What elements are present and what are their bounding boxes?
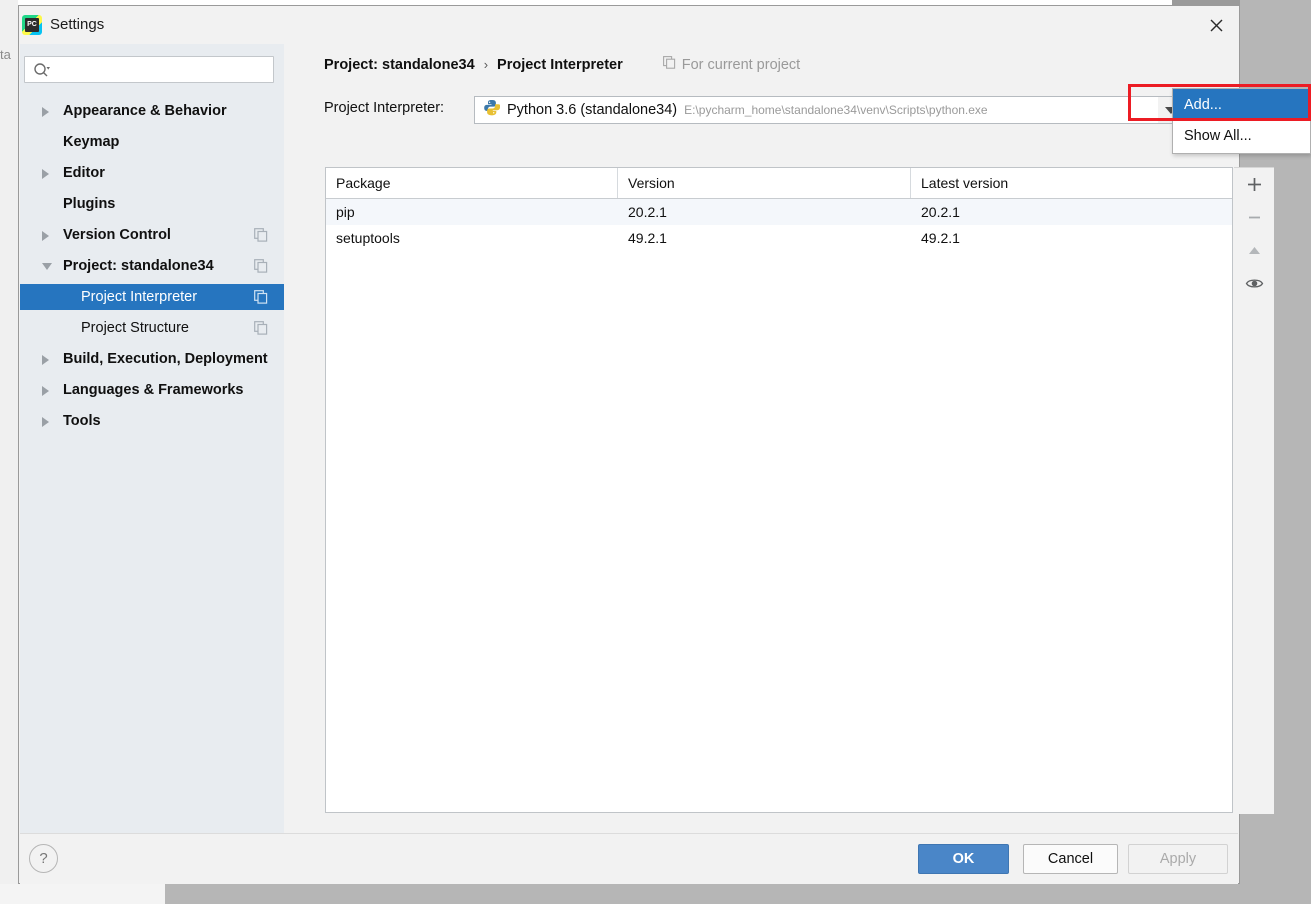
search-input[interactable] <box>57 57 269 84</box>
table-cell-version: 20.2.1 <box>628 204 667 220</box>
breadcrumb-parent[interactable]: Project: standalone34 <box>324 57 475 73</box>
sidebar-item-label: Version Control <box>63 227 171 243</box>
backdrop-bottom-area <box>165 884 1311 904</box>
chevron-right-icon[interactable] <box>42 169 49 179</box>
dialog-titlebar: Settings <box>19 6 1239 44</box>
ok-button[interactable]: OK <box>918 844 1009 874</box>
table-cell-latest: 20.2.1 <box>921 204 960 220</box>
settings-dialog: Settings Appearance & Behavior Keymap Edit… <box>18 5 1274 884</box>
sidebar-item-label: Project: standalone34 <box>63 258 214 274</box>
sidebar-item-label: Editor <box>63 165 105 181</box>
dialog-footer: ? OK Cancel Apply <box>20 833 1238 884</box>
table-column-header[interactable]: Package <box>326 168 618 198</box>
table-cell-package: setuptools <box>336 230 400 246</box>
chevron-right-icon[interactable] <box>42 386 49 396</box>
sidebar-item-project-interpreter[interactable]: Project Interpreter <box>20 284 284 310</box>
copy-scope-icon <box>254 228 268 242</box>
uninstall-package-button[interactable] <box>1234 201 1274 233</box>
breadcrumb: Project: standalone34 › Project Interpre… <box>324 56 800 73</box>
backdrop-left-strip <box>0 0 18 904</box>
chevron-down-icon[interactable] <box>42 263 52 270</box>
sidebar-item-label: Keymap <box>63 134 120 150</box>
packages-table-body: pip 20.2.1 20.2.1 setuptools 49.2.1 49.2.1 <box>326 199 1232 251</box>
sidebar-item-label: Build, Execution, Deployment <box>63 351 268 367</box>
sidebar-item-label: Tools <box>63 413 101 429</box>
settings-main-panel: Project: standalone34 › Project Interpre… <box>284 44 1274 833</box>
sidebar-item-languages-frameworks[interactable]: Languages & Frameworks <box>20 377 284 403</box>
eye-icon <box>1245 278 1263 288</box>
minus-icon <box>1248 216 1260 218</box>
upgrade-package-button[interactable] <box>1234 234 1274 266</box>
backdrop-bottom-left-area <box>0 884 165 904</box>
sidebar-item-label: Project Structure <box>81 320 189 336</box>
table-column-header[interactable]: Version <box>618 168 911 198</box>
chevron-right-icon[interactable] <box>42 355 49 365</box>
sidebar-item-label: Languages & Frameworks <box>63 382 244 398</box>
cancel-button[interactable]: Cancel <box>1023 844 1118 874</box>
copy-scope-icon <box>254 259 268 273</box>
sidebar-item-project-standalone34[interactable]: Project: standalone34 <box>20 253 284 279</box>
copy-scope-icon <box>254 290 268 304</box>
sidebar-item-tools[interactable]: Tools <box>20 408 284 434</box>
packages-toolbar <box>1234 167 1274 814</box>
sidebar-item-plugins[interactable]: Plugins <box>20 191 284 217</box>
interpreter-row: Project Interpreter: <box>324 100 444 116</box>
table-column-header[interactable]: Latest version <box>911 168 1232 198</box>
table-row[interactable]: pip 20.2.1 20.2.1 <box>326 199 1232 225</box>
search-input-wrapper[interactable] <box>24 56 274 84</box>
sidebar-item-build-execution-deployment[interactable]: Build, Execution, Deployment <box>20 346 284 372</box>
copy-scope-icon <box>254 321 268 335</box>
interpreter-combobox[interactable]: Python 3.6 (standalone34) E:\pycharm_hom… <box>474 96 1186 124</box>
interpreter-name: Python 3.6 (standalone34) <box>507 102 678 118</box>
sidebar-item-appearance-behavior[interactable]: Appearance & Behavior <box>20 98 284 124</box>
settings-sidebar: Appearance & Behavior Keymap Editor Plugins… <box>20 44 284 833</box>
plus-icon <box>1247 177 1261 191</box>
scope-badge-label: For current project <box>681 56 801 73</box>
table-row[interactable]: setuptools 49.2.1 49.2.1 <box>326 225 1232 251</box>
search-icon <box>33 62 51 83</box>
sidebar-item-label: Project Interpreter <box>81 289 198 305</box>
chevron-right-icon[interactable] <box>42 417 49 427</box>
interpreter-dropdown-menu: Add... Show All... <box>1172 88 1311 154</box>
packages-table-header: Package Version Latest version <box>326 168 1232 199</box>
sidebar-item-keymap[interactable]: Keymap <box>20 129 284 155</box>
chevron-right-icon[interactable] <box>42 231 49 241</box>
table-cell-package: pip <box>336 204 355 220</box>
sidebar-item-project-structure[interactable]: Project Structure <box>20 315 284 341</box>
table-cell-latest: 49.2.1 <box>921 230 960 246</box>
menu-item-add[interactable]: Add... <box>1173 89 1310 120</box>
python-icon <box>483 99 501 121</box>
menu-item-show-all[interactable]: Show All... <box>1173 120 1310 151</box>
sidebar-item-label: Plugins <box>63 196 116 212</box>
sidebar-item-label: Appearance & Behavior <box>63 103 227 119</box>
install-package-button[interactable] <box>1234 168 1274 200</box>
breadcrumb-current: Project Interpreter <box>497 56 623 73</box>
packages-table: Package Version Latest version pip 20.2.1 20… <box>325 167 1233 813</box>
close-icon[interactable] <box>1193 6 1239 44</box>
sidebar-item-editor[interactable]: Editor <box>20 160 284 186</box>
breadcrumb-separator: › <box>483 57 489 72</box>
help-button[interactable]: ? <box>29 844 58 873</box>
sidebar-item-version-control[interactable]: Version Control <box>20 222 284 248</box>
arrow-up-icon <box>1248 246 1260 254</box>
apply-button: Apply <box>1128 844 1228 874</box>
copy-scope-icon <box>662 56 676 73</box>
table-cell-version: 49.2.1 <box>628 230 667 246</box>
pycharm-logo-icon <box>22 15 42 35</box>
show-early-releases-button[interactable] <box>1234 267 1274 299</box>
interpreter-label: Project Interpreter: <box>324 100 445 116</box>
chevron-right-icon[interactable] <box>42 107 49 117</box>
backdrop-clipped-text: ta <box>0 47 11 62</box>
scope-badge: For current project <box>662 56 801 73</box>
interpreter-path: E:\pycharm_home\standalone34\venv\Script… <box>684 103 988 117</box>
dialog-title: Settings <box>50 16 105 33</box>
